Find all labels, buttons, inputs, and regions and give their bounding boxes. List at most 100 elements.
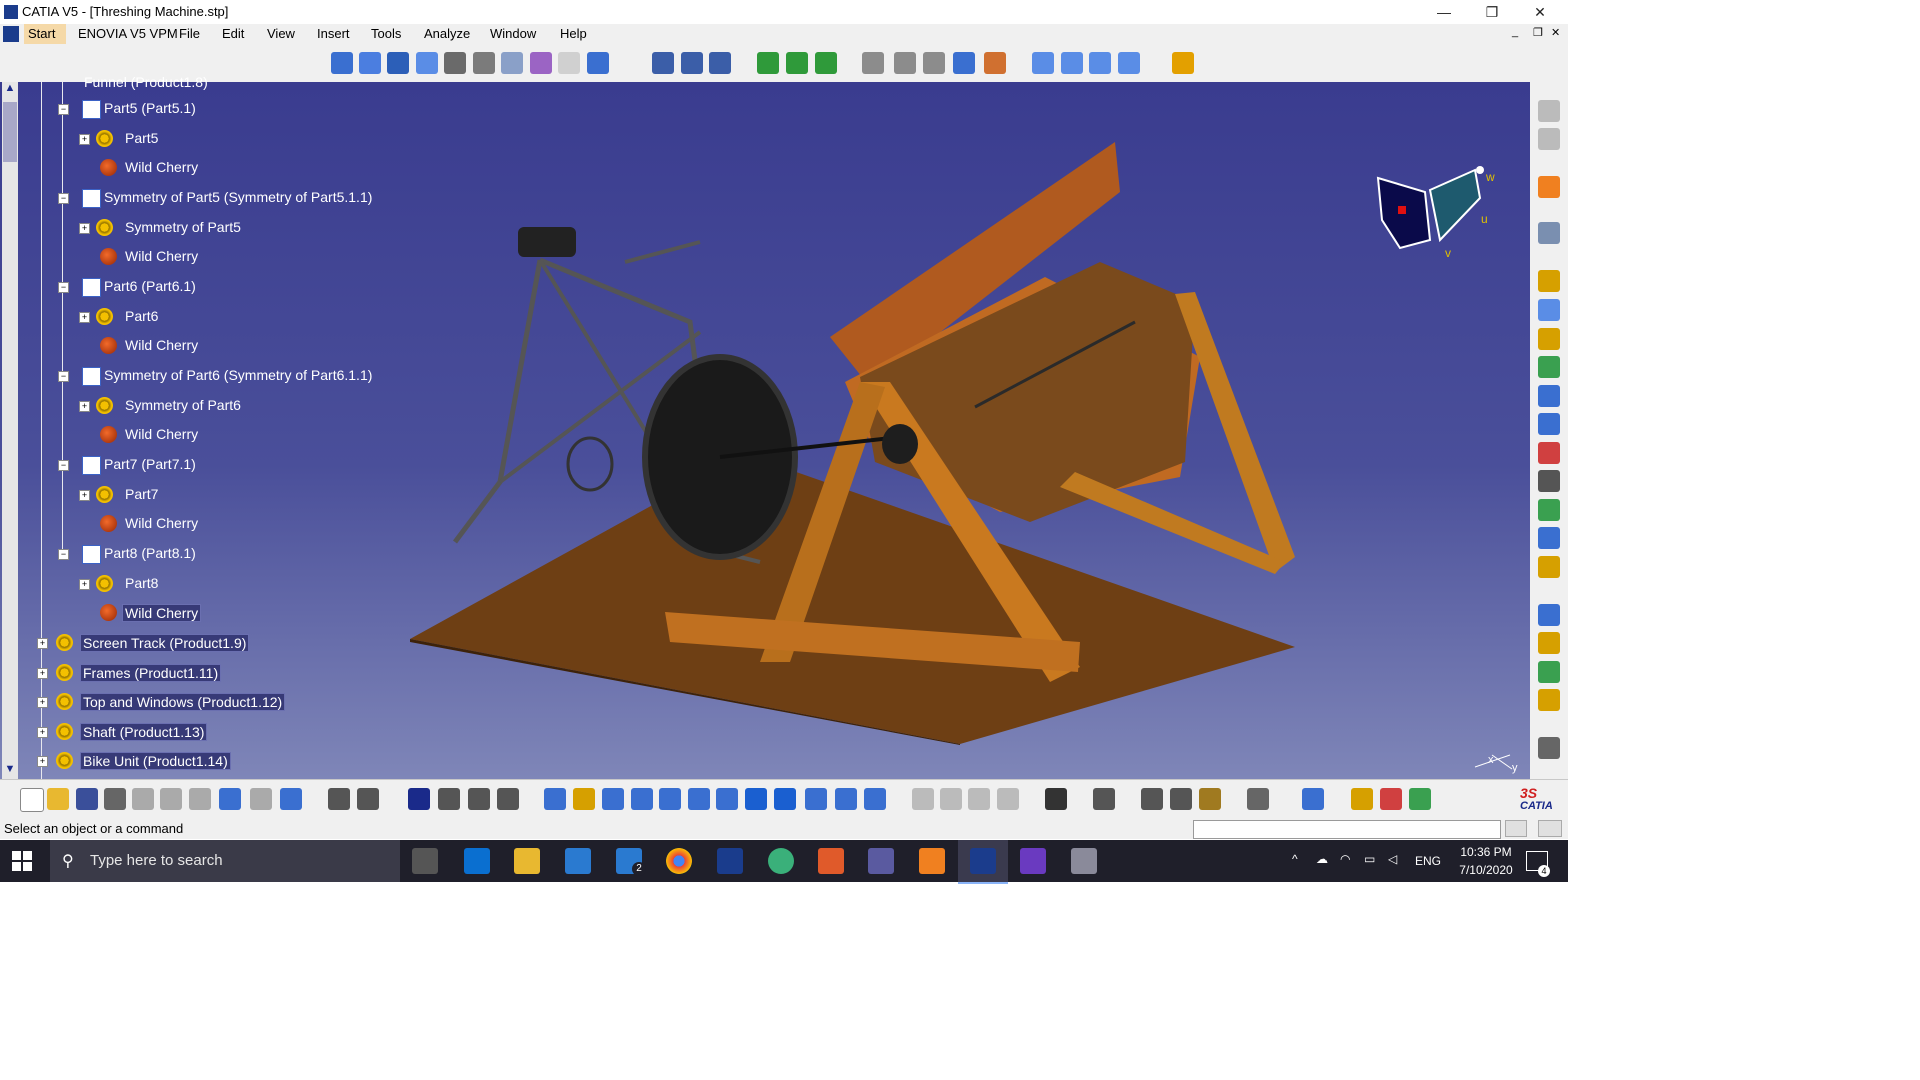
onedrive-icon[interactable]: ☁ xyxy=(1316,852,1328,866)
tree-node-part5[interactable]: − Part5 (Part5.1) xyxy=(0,98,400,120)
tree-node-part5-material[interactable]: Wild Cherry xyxy=(0,157,400,179)
table-icon[interactable] xyxy=(408,788,430,810)
compass-widget[interactable] xyxy=(1370,160,1500,260)
menu-window[interactable]: Window xyxy=(490,26,536,41)
battery-icon[interactable]: ▭ xyxy=(1364,852,1375,866)
fix-component-icon[interactable] xyxy=(984,52,1006,74)
measure-item-icon[interactable] xyxy=(1170,788,1192,810)
clock-time[interactable]: 10:36 PM xyxy=(1456,845,1516,859)
graph-tree-icon[interactable] xyxy=(444,52,466,74)
cut-icon[interactable] xyxy=(132,788,154,810)
annotation-icon[interactable] xyxy=(1538,470,1560,492)
menu-tools[interactable]: Tools xyxy=(371,26,401,41)
pan-icon[interactable] xyxy=(602,788,624,810)
utility-icon[interactable] xyxy=(1071,848,1097,874)
catia-taskbar-icon[interactable] xyxy=(970,848,996,874)
tree-node-part8-part[interactable]: + Part8 xyxy=(0,573,400,595)
photo-studio-icon[interactable] xyxy=(1351,788,1373,810)
normal-view-icon[interactable] xyxy=(716,788,738,810)
new-component-icon[interactable] xyxy=(1538,299,1560,321)
whats-this-icon[interactable] xyxy=(280,788,302,810)
selective-load-icon[interactable] xyxy=(501,52,523,74)
windows-start-icon[interactable] xyxy=(12,851,32,871)
redo-icon[interactable] xyxy=(250,788,272,810)
part-icon[interactable] xyxy=(359,52,381,74)
menu-help[interactable]: Help xyxy=(560,26,587,41)
menu-insert[interactable]: Insert xyxy=(317,26,350,41)
manipulation-icon[interactable] xyxy=(652,52,674,74)
tree-node-symmetry-part6-material[interactable]: Wild Cherry xyxy=(0,424,400,446)
wifi-icon[interactable]: ◠ xyxy=(1340,852,1350,866)
swap-visible-space-icon[interactable] xyxy=(864,788,886,810)
powershell-icon[interactable] xyxy=(717,848,743,874)
pocket-icon[interactable] xyxy=(1089,52,1111,74)
tray-chevron-icon[interactable]: ^ xyxy=(1292,852,1298,866)
degrees-of-freedom-icon[interactable] xyxy=(1538,689,1560,711)
new-product-icon[interactable] xyxy=(1538,328,1560,350)
multi-view-icon[interactable] xyxy=(745,788,767,810)
tree-node-frames[interactable]: + Frames (Product1.11) xyxy=(0,662,400,684)
zoom-out-icon[interactable] xyxy=(688,788,710,810)
doc-minimize-button[interactable]: _ xyxy=(1512,26,1518,38)
clash-icon[interactable] xyxy=(815,52,837,74)
save-icon[interactable] xyxy=(76,788,98,810)
file-explorer-icon[interactable] xyxy=(514,848,540,874)
undo-icon[interactable] xyxy=(219,788,241,810)
tree-node-top-and-windows[interactable]: + Top and Windows (Product1.12) xyxy=(0,691,400,713)
manage-representations-icon[interactable] xyxy=(530,52,552,74)
grid-icon[interactable] xyxy=(1172,52,1194,74)
contact-constraint-icon[interactable] xyxy=(894,52,916,74)
list-icon[interactable] xyxy=(497,788,519,810)
paint-icon[interactable] xyxy=(818,848,844,874)
smart-move-icon[interactable] xyxy=(709,52,731,74)
measure-between-icon[interactable] xyxy=(1141,788,1163,810)
capture-icon[interactable] xyxy=(1093,788,1115,810)
product-icon[interactable] xyxy=(331,52,353,74)
isometric-view-icon[interactable] xyxy=(774,788,796,810)
select-arrow-icon[interactable] xyxy=(1538,176,1560,198)
formula-icon[interactable] xyxy=(328,788,350,810)
snap-icon[interactable] xyxy=(681,52,703,74)
tree-node-symmetry-part5[interactable]: − Symmetry of Part5 (Symmetry of Part5.1… xyxy=(0,187,400,209)
catalog-icon[interactable] xyxy=(1538,128,1560,150)
atom-icon[interactable] xyxy=(768,848,794,874)
catalog-browser-icon[interactable] xyxy=(1409,788,1431,810)
tree-node-bike-unit[interactable]: + Bike Unit (Product1.14) xyxy=(0,750,400,772)
volume-icon[interactable]: ◁ xyxy=(1388,852,1397,866)
hierarchy-icon[interactable] xyxy=(438,788,460,810)
clock-date[interactable]: 7/10/2020 xyxy=(1451,863,1521,877)
tree-node-part7[interactable]: − Part7 (Part7.1) xyxy=(0,454,400,476)
tree-node-part6-material[interactable]: Wild Cherry xyxy=(0,335,400,357)
simulation-icon[interactable] xyxy=(912,788,934,810)
hole-icon[interactable] xyxy=(1061,52,1083,74)
knowledge-icon[interactable] xyxy=(357,788,379,810)
stop-manipulate-icon[interactable] xyxy=(786,52,808,74)
restore-button[interactable]: ❐ xyxy=(1472,2,1512,22)
paste-icon[interactable] xyxy=(189,788,211,810)
command-clear-button[interactable] xyxy=(1505,820,1527,837)
tree-node-part7-material[interactable]: Wild Cherry xyxy=(0,513,400,535)
existing-component-icon[interactable] xyxy=(387,52,409,74)
publication-icon[interactable] xyxy=(1538,556,1560,578)
fly-mode-icon[interactable] xyxy=(544,788,566,810)
store-icon[interactable] xyxy=(565,848,591,874)
task-view-icon[interactable] xyxy=(412,848,438,874)
replace-component-icon[interactable] xyxy=(416,52,438,74)
menu-analyze[interactable]: Analyze xyxy=(424,26,470,41)
language-indicator[interactable]: ENG xyxy=(1415,854,1441,868)
split-icon[interactable] xyxy=(1032,52,1054,74)
tree-node-part7-part[interactable]: + Part7 xyxy=(0,484,400,506)
copy-icon[interactable] xyxy=(160,788,182,810)
constraint-gear-icon[interactable] xyxy=(1538,270,1560,292)
menu-enovia[interactable]: ENOVIA V5 VPM xyxy=(78,26,178,41)
camera-icon[interactable] xyxy=(1045,788,1067,810)
print-icon[interactable] xyxy=(104,788,126,810)
tree-node-part5-part[interactable]: + Part5 xyxy=(0,128,400,150)
app-icon[interactable] xyxy=(868,848,894,874)
menu-file[interactable]: File xyxy=(179,26,200,41)
analyze-icon[interactable] xyxy=(1538,604,1560,626)
edge-icon[interactable] xyxy=(464,848,490,874)
command-dock-button[interactable] xyxy=(1538,820,1562,837)
filter-icon[interactable] xyxy=(997,788,1019,810)
minimize-button[interactable]: — xyxy=(1424,2,1464,22)
